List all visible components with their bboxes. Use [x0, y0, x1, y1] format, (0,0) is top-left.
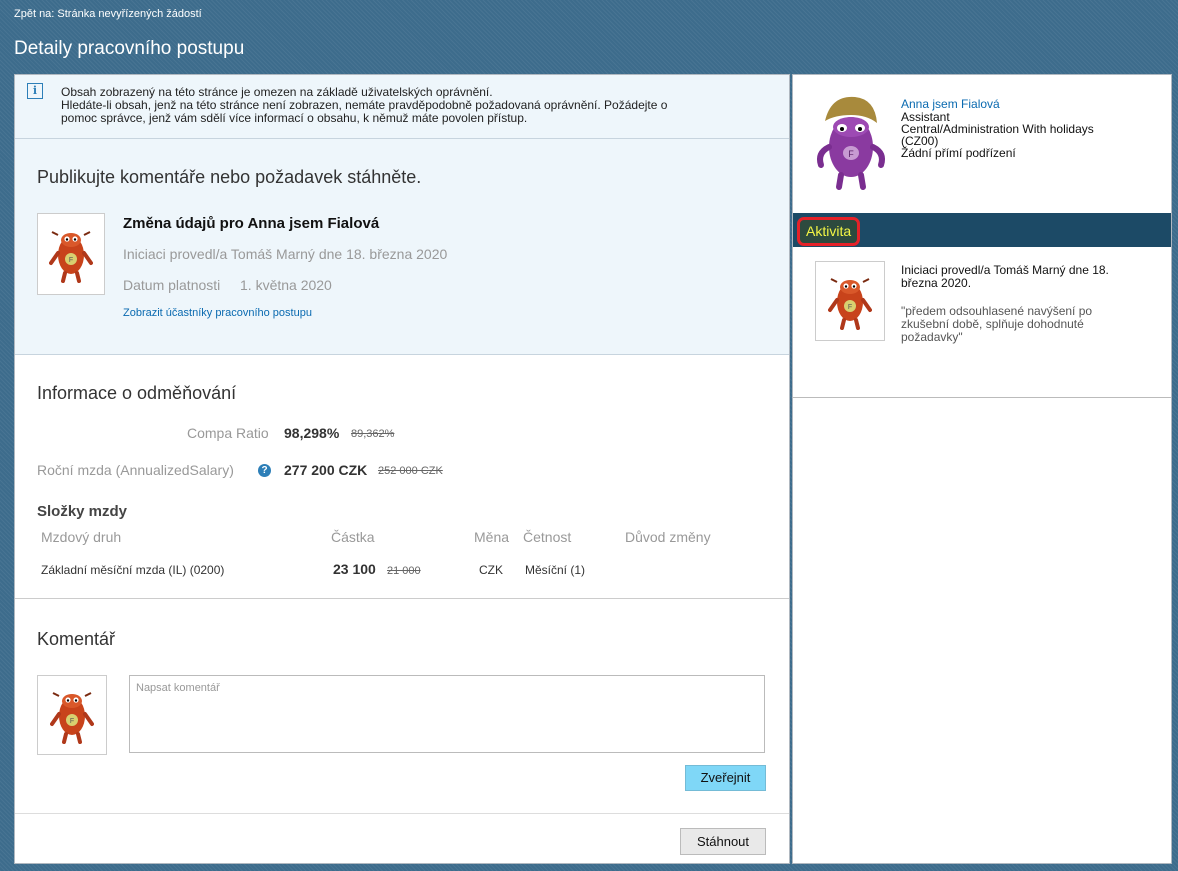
currency-cell: CZK — [479, 563, 503, 577]
compa-ratio-value: 98,298% — [284, 425, 340, 441]
svg-text:F: F — [848, 149, 854, 159]
column-header: Částka — [331, 529, 375, 545]
employee-reports: Žádní přímí podřízení — [901, 146, 1016, 160]
info-text: Obsah zobrazený na této stránce je omeze… — [61, 86, 781, 125]
comment-heading: Komentář — [37, 629, 116, 649]
pay-components-title: Složky mzdy — [37, 503, 128, 520]
amount-old: 21 000 — [387, 565, 421, 577]
column-header: Měna — [474, 529, 510, 545]
mascot-icon: F — [50, 692, 94, 744]
info-line: pomoc správce, jenž vám sdělí více infor… — [61, 111, 528, 125]
activity-label: Aktivita — [797, 217, 861, 246]
effective-date-label: Datum platnosti — [123, 277, 221, 293]
column-header: Četnost — [523, 529, 572, 545]
mascot-icon: F — [49, 231, 93, 283]
profile-avatar: F — [811, 91, 889, 191]
comment-input[interactable] — [129, 675, 765, 753]
mascot-icon: F — [828, 278, 872, 330]
compensation-heading: Informace o odměňování — [37, 383, 237, 403]
publish-button[interactable]: Zveřejnit — [685, 765, 766, 791]
svg-text:F: F — [848, 304, 852, 311]
amount-cell: 23 100 — [333, 561, 376, 577]
withdraw-button[interactable]: Stáhnout — [680, 828, 766, 855]
info-icon: i — [27, 83, 43, 99]
page-title: Detaily pracovního postupu — [14, 38, 245, 59]
activity-comment: "předem odsouhlasené navýšení po zkušebn… — [901, 305, 1163, 344]
compa-ratio-old: 89,362% — [351, 428, 395, 440]
publish-heading: Publikujte komentáře nebo požadavek stáh… — [37, 167, 422, 187]
avatar: F — [815, 261, 885, 341]
participants-link[interactable]: Zobrazit účastníky pracovního postupu — [123, 307, 312, 319]
publish-section: Publikujte komentáře nebo požadavek stáh… — [15, 139, 789, 355]
help-icon[interactable]: ? — [258, 464, 271, 477]
activity-initiated: Iniciaci provedl/a Tomáš Marný dne 18. b… — [901, 264, 1163, 290]
activity-quote-line: požadavky" — [901, 330, 963, 344]
avatar: F — [37, 213, 105, 295]
right-panel: F Anna jsem Fialová Assistant Central/Ad… — [792, 74, 1172, 864]
frequency-cell: Měsíční (1) — [525, 563, 586, 577]
svg-text:F: F — [69, 257, 73, 264]
divider — [793, 397, 1171, 398]
back-link[interactable]: Zpět na: Stránka nevyřízených žádostí — [14, 8, 202, 20]
pay-type-cell: Základní měsíční mzda (IL) (0200) — [41, 563, 225, 577]
comment-section: Komentář F Zveřejnit — [15, 599, 789, 814]
avatar: F — [37, 675, 107, 755]
left-panel: i Obsah zobrazený na této stránce je ome… — [14, 74, 790, 864]
column-header: Mzdový druh — [41, 529, 122, 545]
salary-old: 252 000 CZK — [378, 465, 443, 477]
column-header: Důvod změny — [625, 529, 711, 545]
effective-date-value: 1. května 2020 — [240, 277, 332, 293]
svg-text:F: F — [70, 718, 74, 725]
activity-bar: Aktivita — [793, 213, 1171, 247]
salary-value: 277 200 CZK — [284, 462, 368, 478]
activity-line: března 2020. — [901, 276, 972, 290]
compensation-section: Informace o odměňování Compa Ratio 98,29… — [15, 355, 789, 599]
employee-name-link[interactable]: Anna jsem Fialová — [901, 97, 1000, 111]
salary-label: Roční mzda (AnnualizedSalary) — [37, 462, 234, 478]
purple-mascot-icon: F — [817, 96, 885, 190]
info-banner: i Obsah zobrazený na této stránce je ome… — [15, 75, 789, 139]
initiated-text: Iniciaci provedl/a Tomáš Marný dne 18. b… — [123, 246, 448, 262]
request-title: Změna údajů pro Anna jsem Fialová — [123, 215, 380, 232]
compa-ratio-label: Compa Ratio — [187, 425, 269, 441]
